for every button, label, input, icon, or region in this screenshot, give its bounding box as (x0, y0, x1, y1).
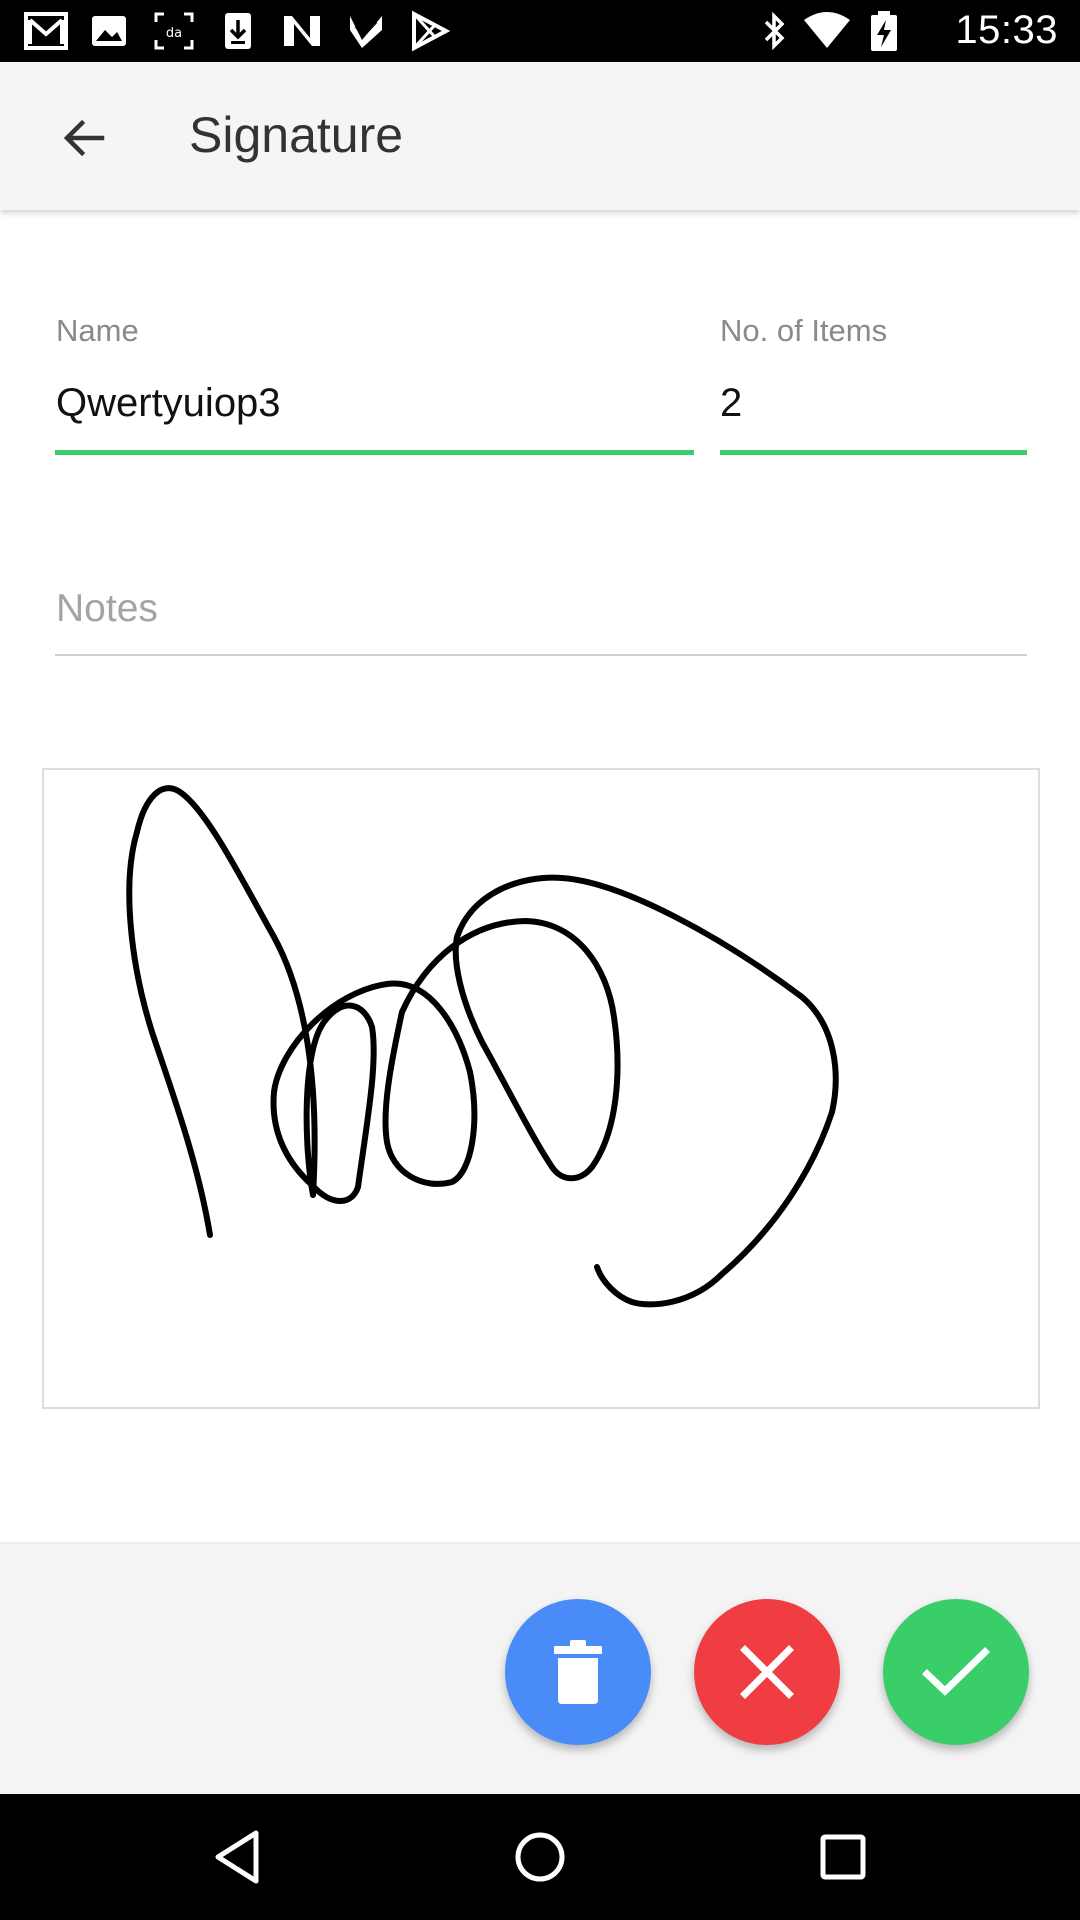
download-icon (225, 13, 251, 49)
cancel-button[interactable] (694, 1599, 840, 1745)
items-input[interactable]: 2 (720, 381, 742, 426)
arrow-back-icon (63, 119, 105, 157)
items-underline (720, 450, 1027, 455)
page-title: Signature (189, 107, 404, 163)
confirm-button[interactable] (883, 1599, 1029, 1745)
signature-screen: da 15:33 Signature Name Qwertyuiop3 No. … (0, 0, 1080, 1920)
trash-icon (554, 1640, 602, 1704)
svg-text:da: da (166, 26, 182, 41)
nav-home-button[interactable] (495, 1812, 585, 1902)
home-circle-icon (515, 1832, 565, 1882)
nav-recents-button[interactable] (798, 1812, 888, 1902)
back-triangle-icon (215, 1830, 259, 1884)
items-label: No. of Items (720, 313, 888, 348)
wifi-icon (804, 12, 850, 48)
app-bar: Signature (0, 62, 1080, 210)
clear-signature-button[interactable] (505, 1599, 651, 1745)
notes-input[interactable]: Notes (56, 587, 158, 631)
notes-underline (55, 654, 1027, 656)
scanner-icon: da (154, 12, 194, 50)
check-icon (922, 1647, 990, 1696)
navigation-bar (0, 1794, 1080, 1920)
name-underline (55, 450, 694, 455)
name-label: Name (56, 313, 139, 348)
gmail-icon (24, 12, 68, 50)
clock-time: 15:33 (955, 8, 1058, 52)
battery-charging-icon (871, 11, 897, 51)
signature-pad[interactable] (42, 768, 1040, 1409)
close-icon (740, 1645, 794, 1699)
action-bar (0, 1542, 1080, 1794)
bluetooth-icon (764, 11, 785, 51)
back-button[interactable] (44, 98, 124, 178)
name-input[interactable]: Qwertyuiop3 (56, 381, 281, 426)
nav-back-button[interactable] (191, 1812, 281, 1902)
play-store-icon (412, 10, 451, 52)
recents-square-icon (820, 1834, 866, 1880)
check-app-icon (350, 16, 382, 48)
gallery-icon (92, 16, 126, 46)
n-app-icon (284, 16, 320, 46)
signature-stroke (126, 785, 839, 1308)
status-bar: da 15:33 (0, 0, 1080, 62)
